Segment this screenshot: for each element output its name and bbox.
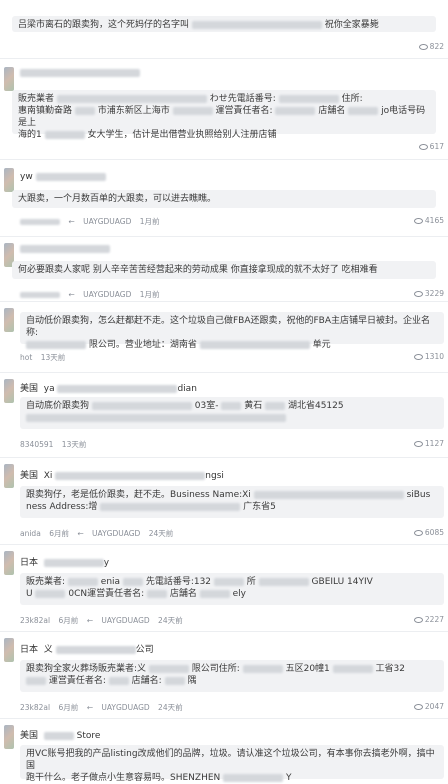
post-meta: 8340591 13天前	[20, 440, 87, 449]
author-name[interactable]: hot	[20, 353, 32, 362]
avatar	[4, 638, 14, 662]
eye-icon	[413, 441, 423, 447]
author-name[interactable]: 23k82al	[20, 616, 50, 625]
store-name[interactable]: 日本 y	[20, 555, 109, 568]
eye-icon	[413, 218, 423, 224]
post-card: 販売業者 わせ先電話番号: 住所: 惠南镇勤奋路 市浦东新区上海市 運営責任者名…	[0, 59, 448, 159]
post-bubble: 自动底价跟卖狗 03室- 黄石 湖北省45125	[20, 397, 444, 429]
eye-icon	[413, 530, 423, 536]
redacted	[191, 20, 322, 29]
post-bubble: 販売業者 わせ先電話番号: 住所: 惠南镇勤奋路 市浦东新区上海市 運営責任者名…	[12, 90, 436, 140]
eye-icon	[418, 44, 428, 50]
post-card: yw 大跟卖，一个月数百单的大跟卖，可以进去瞧瞧。 ← UAYGDUAGD 1月…	[0, 160, 448, 236]
eye-icon	[413, 354, 423, 360]
eye-icon	[413, 291, 423, 297]
view-count: 4165	[413, 216, 444, 225]
author-name[interactable]: UAYGDUAGD	[92, 529, 140, 538]
view-count: 6085	[413, 528, 444, 537]
avatar	[4, 725, 14, 749]
view-count: 1127	[413, 439, 444, 448]
post-card: 日本 y 販売業者: enia 先電話番号:132 所 GBEILU 14YIV…	[0, 545, 448, 631]
post-meta: 23k82al 6月前 ← UAYGDUAGD 24天前	[20, 703, 183, 712]
avatar	[4, 168, 14, 192]
post-card: 美国 Store 用VC账号把我的产品listing改成他们的品牌，垃圾。请认准…	[0, 719, 448, 783]
store-name[interactable]: yw	[20, 172, 106, 182]
post-card: 何必要跟卖人家呢 别人辛辛苦苦经营起来的劳动成果 你直接拿现成的就不太好了 吃相…	[0, 237, 448, 301]
author-name[interactable]: anida	[20, 529, 41, 538]
post-bubble: 販売業者: enia 先電話番号:132 所 GBEILU 14YIV U 0C…	[20, 573, 444, 605]
view-count: 3229	[413, 289, 444, 298]
post-meta: anida 6月前 ← UAYGDUAGD 24天前	[20, 529, 174, 538]
avatar	[4, 308, 14, 332]
view-count: 822	[418, 42, 444, 51]
redacted	[20, 69, 140, 77]
post-meta: ← UAYGDUAGD 1月前	[20, 216, 166, 227]
eye-icon	[413, 617, 423, 623]
view-count: 617	[418, 142, 444, 151]
store-name[interactable]: 美国 ya dian	[20, 381, 197, 394]
author-name[interactable]: UAYGDUAGD	[83, 290, 131, 299]
avatar	[4, 551, 14, 575]
eye-icon	[418, 144, 428, 150]
view-count: 1310	[413, 352, 444, 361]
store-name[interactable]: 美国 Store	[20, 728, 100, 741]
post-meta: ← UAYGDUAGD 1月前	[20, 289, 166, 300]
eye-icon	[413, 704, 423, 710]
post-bubble: 跟卖狗仔，老是低价跟卖，赶不走。Business Name:Xi siBus n…	[20, 486, 444, 518]
view-count: 2047	[413, 702, 444, 711]
author-name[interactable]: 8340591	[20, 440, 53, 449]
avatar	[4, 464, 14, 488]
store-name[interactable]: 美国 Xi ngsi	[20, 468, 224, 481]
post-card: 自动低价跟卖狗，怎么赶都赶不走。这个垃圾自己做FBA还跟卖，祝他的FBA主店铺早…	[0, 302, 448, 372]
post-meta: hot 13天前	[20, 353, 66, 362]
post-bubble: 自动低价跟卖狗，怎么赶都赶不走。这个垃圾自己做FBA还跟卖，祝他的FBA主店铺早…	[20, 312, 444, 350]
post-bubble: 吕梁市离石的跟卖狗，这个死妈仔的名字叫 祝你全家暴毙	[12, 16, 436, 32]
store-name[interactable]: 日本 义 公司	[20, 642, 154, 655]
post-meta: 23k82al 6月前 ← UAYGDUAGD 24天前	[20, 616, 183, 625]
post-card: 美国 ya dian 自动底价跟卖狗 03室- 黄石 湖北省45125 8340…	[0, 373, 448, 457]
post-bubble: 何必要跟卖人家呢 别人辛辛苦苦经营起来的劳动成果 你直接拿现成的就不太好了 吃相…	[12, 261, 436, 279]
post-bubble: 用VC账号把我的产品listing改成他们的品牌，垃圾。请认准这个垃圾公司，有本…	[20, 745, 444, 783]
view-count: 2227	[413, 615, 444, 624]
post-card: 吕梁市离石的跟卖狗，这个死妈仔的名字叫 祝你全家暴毙 822	[0, 0, 448, 58]
post-text-tail: 祝你全家暴毙	[324, 20, 379, 30]
avatar	[4, 379, 14, 403]
post-bubble: 跟卖狗全家火葬场販売業者:义 限公司住所: 五区20幢1 工省32 運営責任者名…	[20, 660, 444, 692]
author-name[interactable]: 23k82al	[20, 703, 50, 712]
avatar	[4, 67, 14, 91]
author-name[interactable]: UAYGDUAGD	[101, 616, 149, 625]
author-name[interactable]: UAYGDUAGD	[101, 703, 149, 712]
author-name[interactable]: UAYGDUAGD	[83, 217, 131, 226]
post-card: 日本 义 公司 跟卖狗全家火葬场販売業者:义 限公司住所: 五区20幢1 工省3…	[0, 632, 448, 718]
post-bubble: 大跟卖，一个月数百单的大跟卖，可以进去瞧瞧。	[12, 190, 436, 208]
post-text: 吕梁市离石的跟卖狗，这个死妈仔的名字叫	[18, 20, 190, 30]
post-card: 美国 Xi ngsi 跟卖狗仔，老是低价跟卖，赶不走。Business Name…	[0, 458, 448, 544]
